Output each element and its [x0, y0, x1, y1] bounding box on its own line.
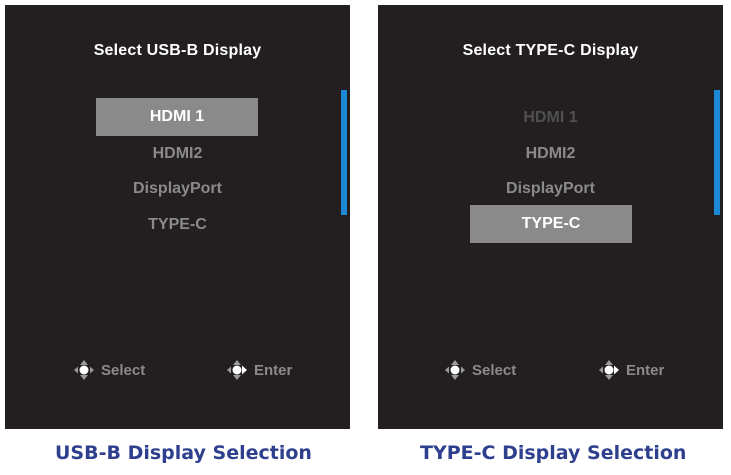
select-hint: Select — [444, 359, 516, 381]
option-displayport[interactable]: DisplayPort — [378, 180, 723, 198]
option-type-c[interactable]: TYPE-C — [5, 216, 350, 234]
display-options-list: HDMI 1 HDMI2 DisplayPort TYPE-C — [5, 5, 350, 265]
select-hint-label: Select — [101, 361, 146, 379]
option-type-c[interactable]: TYPE-C — [470, 205, 632, 243]
enter-hint: Enter — [226, 359, 292, 381]
type-c-caption: TYPE-C Display Selection — [420, 442, 687, 464]
option-hdmi-2[interactable]: HDMI2 — [5, 145, 350, 163]
scroll-indicator — [714, 90, 720, 215]
dpad-up-down-icon — [73, 359, 95, 381]
type-c-display-menu: Select TYPE-C Display HDMI 1 HDMI2 Displ… — [378, 5, 723, 429]
option-displayport[interactable]: DisplayPort — [5, 180, 350, 198]
enter-hint-label: Enter — [626, 361, 665, 379]
usb-b-display-menu: Select USB-B Display HDMI 1 HDMI2 Displa… — [5, 5, 350, 429]
dpad-right-icon — [598, 359, 620, 381]
dpad-right-icon — [226, 359, 248, 381]
usb-b-caption: USB-B Display Selection — [55, 442, 312, 464]
option-hdmi-1: HDMI 1 — [523, 109, 578, 126]
select-hint-label: Select — [472, 361, 517, 379]
option-hdmi-1[interactable]: HDMI 1 — [96, 98, 258, 136]
scroll-indicator — [341, 90, 347, 215]
enter-hint-label: Enter — [254, 361, 293, 379]
enter-hint: Enter — [598, 359, 664, 381]
select-hint: Select — [73, 359, 145, 381]
display-options-list: HDMI 1 HDMI2 DisplayPort TYPE-C — [378, 5, 723, 265]
dpad-up-down-icon — [444, 359, 466, 381]
option-hdmi-2[interactable]: HDMI2 — [378, 145, 723, 163]
